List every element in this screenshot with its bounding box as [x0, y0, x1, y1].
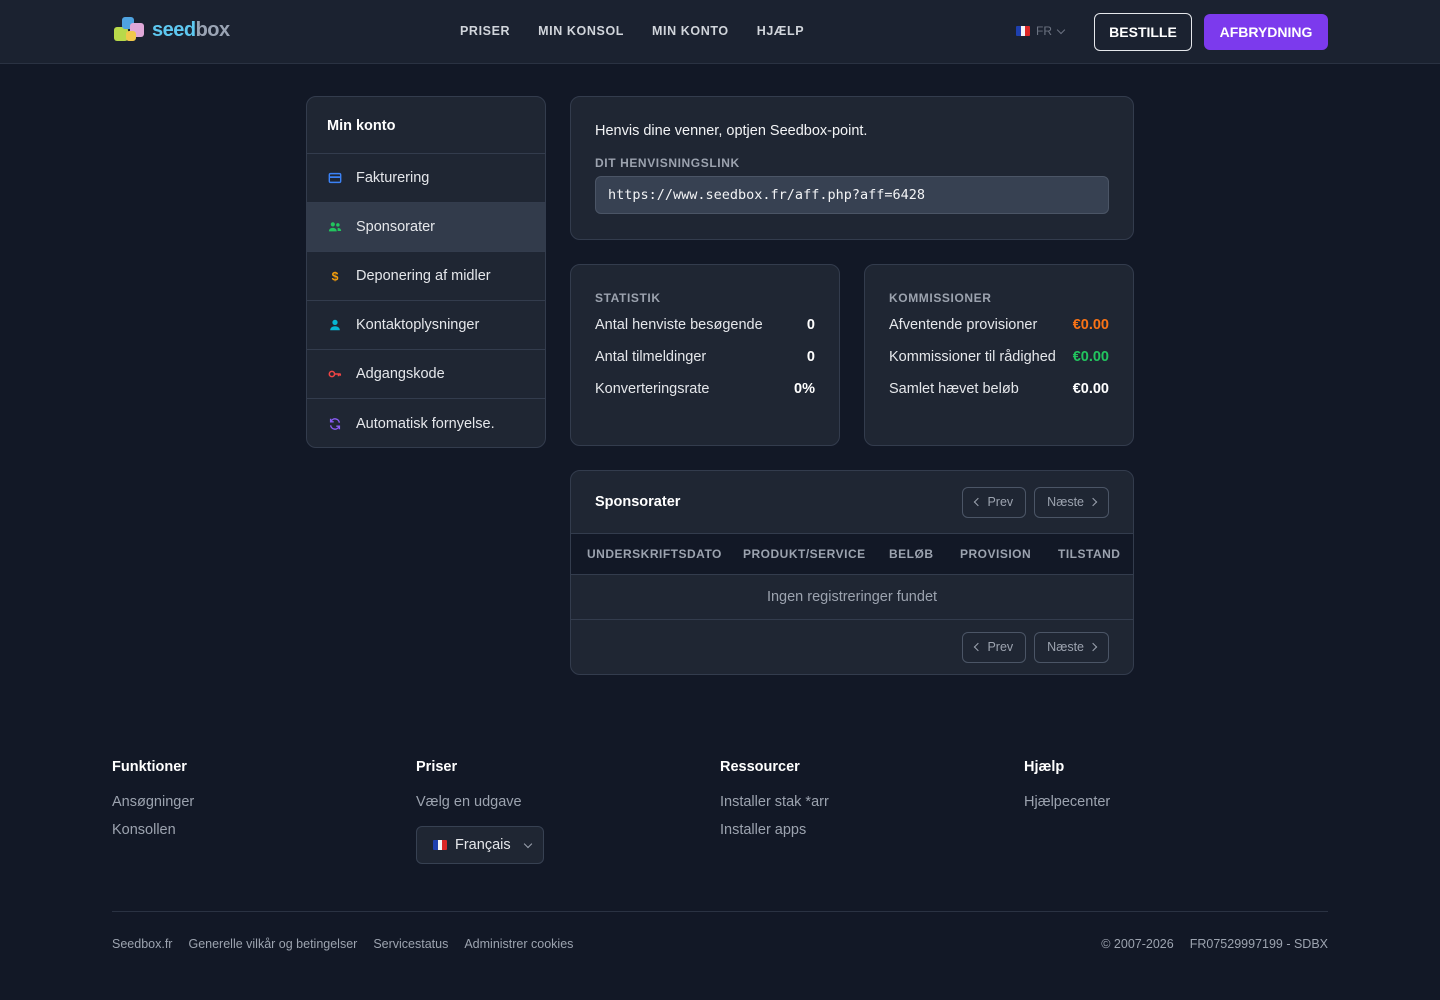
referral-link-field[interactable]: https://www.seedbox.fr/aff.php?aff=6428: [595, 176, 1109, 214]
column-header[interactable]: UNDERSKRIFTSDATO: [587, 547, 743, 561]
footer-columns: Funktioner Ansøgninger Konsollen Priser …: [112, 759, 1328, 864]
footer-bottom-link[interactable]: Administrer cookies: [464, 937, 573, 951]
footer-col-title: Ressourcer: [720, 759, 800, 775]
prev-button[interactable]: Prev: [962, 486, 1027, 518]
footer-bottom-link[interactable]: Seedbox.fr: [112, 937, 172, 951]
seedbox-logo[interactable]: seedbox: [114, 15, 230, 45]
account-sidebar: Min konto Fakturering Sponsorater $ Depo…: [306, 96, 546, 448]
sidebar-item-label: Adgangskode: [356, 366, 445, 382]
chevron-right-icon: [1088, 497, 1098, 507]
footer-col-title: Hjælp: [1024, 759, 1065, 775]
chevron-left-icon: [974, 642, 983, 652]
language-code: FR: [1036, 24, 1052, 38]
chevron-down-icon: [523, 839, 532, 848]
sidebar-item-billing[interactable]: Fakturering: [307, 154, 545, 203]
referral-link-label: DIT HENVISNINGSLINK: [595, 156, 740, 170]
referral-intro: Henvis dine venner, optjen Seedbox-point…: [595, 123, 868, 139]
nav-priser[interactable]: PRISER: [460, 24, 510, 38]
table-column-headers: UNDERSKRIFTSDATO PRODUKT/SERVICE BELØB P…: [571, 534, 1133, 575]
french-flag-icon: [433, 840, 447, 850]
language-select[interactable]: Français: [416, 826, 544, 864]
footer-legal-links: Seedbox.fr Generelle vilkår og betingels…: [112, 937, 573, 951]
footer-link[interactable]: Konsollen: [112, 816, 416, 844]
nav-min-konto[interactable]: MIN KONTO: [652, 24, 729, 38]
next-button[interactable]: Næste: [1034, 486, 1109, 518]
main-nav: PRISER MIN KONSOL MIN KONTO HJÆLP: [460, 24, 804, 38]
commission-row-pending: Afventende provisioner €0.00: [889, 317, 1109, 333]
footer-link[interactable]: Vælg en udgave: [416, 788, 720, 816]
footer-divider: [112, 911, 1328, 912]
footer-col-title: Priser: [416, 759, 458, 775]
column-header[interactable]: BELØB: [889, 547, 960, 561]
column-header[interactable]: PROVISION: [960, 547, 1058, 561]
pagination-top: Prev Næste: [962, 486, 1109, 518]
column-header[interactable]: TILSTAND: [1058, 547, 1120, 561]
users-icon: [328, 222, 342, 232]
empty-table-message: Ingen registreringer fundet: [571, 575, 1133, 620]
footer-bottom-link[interactable]: Servicestatus: [373, 937, 448, 951]
sidebar-item-label: Fakturering: [356, 170, 430, 186]
chevron-down-icon: [1056, 25, 1066, 34]
statistics-card: STATISTIK Antal henviste besøgende 0 Anta…: [570, 264, 840, 446]
credit-card-icon: [328, 172, 342, 184]
french-flag-icon: [1016, 26, 1030, 36]
logout-button[interactable]: AFBRYDNING: [1204, 14, 1328, 50]
logo-blocks-icon: [114, 15, 148, 45]
company-id: FR07529997199 - SDBX: [1189, 937, 1328, 951]
stat-row-signups: Antal tilmeldinger 0: [595, 349, 815, 365]
footer-link[interactable]: Installer stak *arr: [720, 788, 1024, 816]
prev-button[interactable]: Prev: [962, 631, 1027, 663]
footer-bottom-bar: Seedbox.fr Generelle vilkår og betingels…: [112, 937, 1328, 951]
sidebar-item-label: Automatisk fornyelse.: [356, 415, 495, 432]
sidebar-item-label: Kontaktoplysninger: [356, 317, 480, 333]
copyright-text: © 2007-2026: [1101, 937, 1174, 951]
referral-card: Henvis dine venner, optjen Seedbox-point…: [570, 96, 1134, 240]
footer-col-prices: Priser Vælg en udgave Français: [416, 759, 720, 864]
footer-col-title: Funktioner: [112, 759, 187, 775]
footer-bottom-link[interactable]: Generelle vilkår og betingelser: [188, 937, 357, 951]
commission-row-available: Kommissioner til rådighed €0.00: [889, 349, 1109, 365]
top-navbar: seedbox PRISER MIN KONSOL MIN KONTO HJÆL…: [0, 0, 1440, 64]
sidebar-item-label: Sponsorater: [356, 219, 435, 235]
nav-min-konsol[interactable]: MIN KONSOL: [538, 24, 624, 38]
key-icon: [328, 370, 342, 378]
pagination-bottom: Prev Næste: [571, 620, 1133, 674]
sponsorships-table-card: Sponsorater Prev Næste UNDERSKRIFTSDATO …: [570, 470, 1134, 675]
sidebar-item-deposit[interactable]: $ Deponering af midler: [307, 252, 545, 301]
sidebar-title: Min konto: [307, 97, 545, 154]
table-title: Sponsorater: [595, 494, 681, 510]
sidebar-item-password[interactable]: Adgangskode: [307, 350, 545, 399]
sidebar-item-contact[interactable]: Kontaktoplysninger: [307, 301, 545, 350]
next-button[interactable]: Næste: [1034, 631, 1109, 663]
footer-col-resources: Ressourcer Installer stak *arr Installer…: [720, 759, 1024, 864]
language-switcher[interactable]: FR: [1016, 24, 1066, 38]
stat-row-conversion: Konverteringsrate 0%: [595, 381, 815, 397]
stat-row-visitors: Antal henviste besøgende 0: [595, 317, 815, 333]
footer-link[interactable]: Hjælpecenter: [1024, 788, 1328, 816]
sidebar-item-sponsorships[interactable]: Sponsorater: [307, 203, 545, 252]
commissions-card: KOMMISSIONER Afventende provisioner €0.00…: [864, 264, 1134, 446]
language-select-value: Français: [455, 837, 511, 853]
commissions-title: KOMMISSIONER: [889, 291, 992, 305]
chevron-left-icon: [974, 497, 983, 507]
chevron-right-icon: [1088, 642, 1098, 652]
column-header[interactable]: PRODUKT/SERVICE: [743, 547, 889, 561]
commission-row-withdrawn: Samlet hævet beløb €0.00: [889, 381, 1109, 397]
nav-hjaelp[interactable]: HJÆLP: [757, 24, 804, 38]
footer-copyright: © 2007-2026 FR07529997199 - SDBX: [1101, 937, 1328, 951]
order-button[interactable]: BESTILLE: [1094, 13, 1192, 51]
statistics-title: STATISTIK: [595, 291, 661, 305]
user-icon: [330, 319, 340, 331]
dollar-icon: $: [332, 269, 339, 283]
sidebar-item-label: Deponering af midler: [356, 268, 491, 284]
footer-col-help: Hjælp Hjælpecenter: [1024, 759, 1328, 864]
refresh-icon: [329, 417, 341, 430]
footer-link[interactable]: Installer apps: [720, 816, 1024, 844]
footer-link[interactable]: Ansøgninger: [112, 788, 416, 816]
svg-text:$: $: [332, 269, 339, 283]
table-header-bar: Sponsorater Prev Næste: [571, 471, 1133, 534]
sidebar-item-auto-renewal[interactable]: Automatisk fornyelse.: [307, 399, 545, 447]
logo-text: seedbox: [152, 18, 230, 41]
footer-col-features: Funktioner Ansøgninger Konsollen: [112, 759, 416, 864]
